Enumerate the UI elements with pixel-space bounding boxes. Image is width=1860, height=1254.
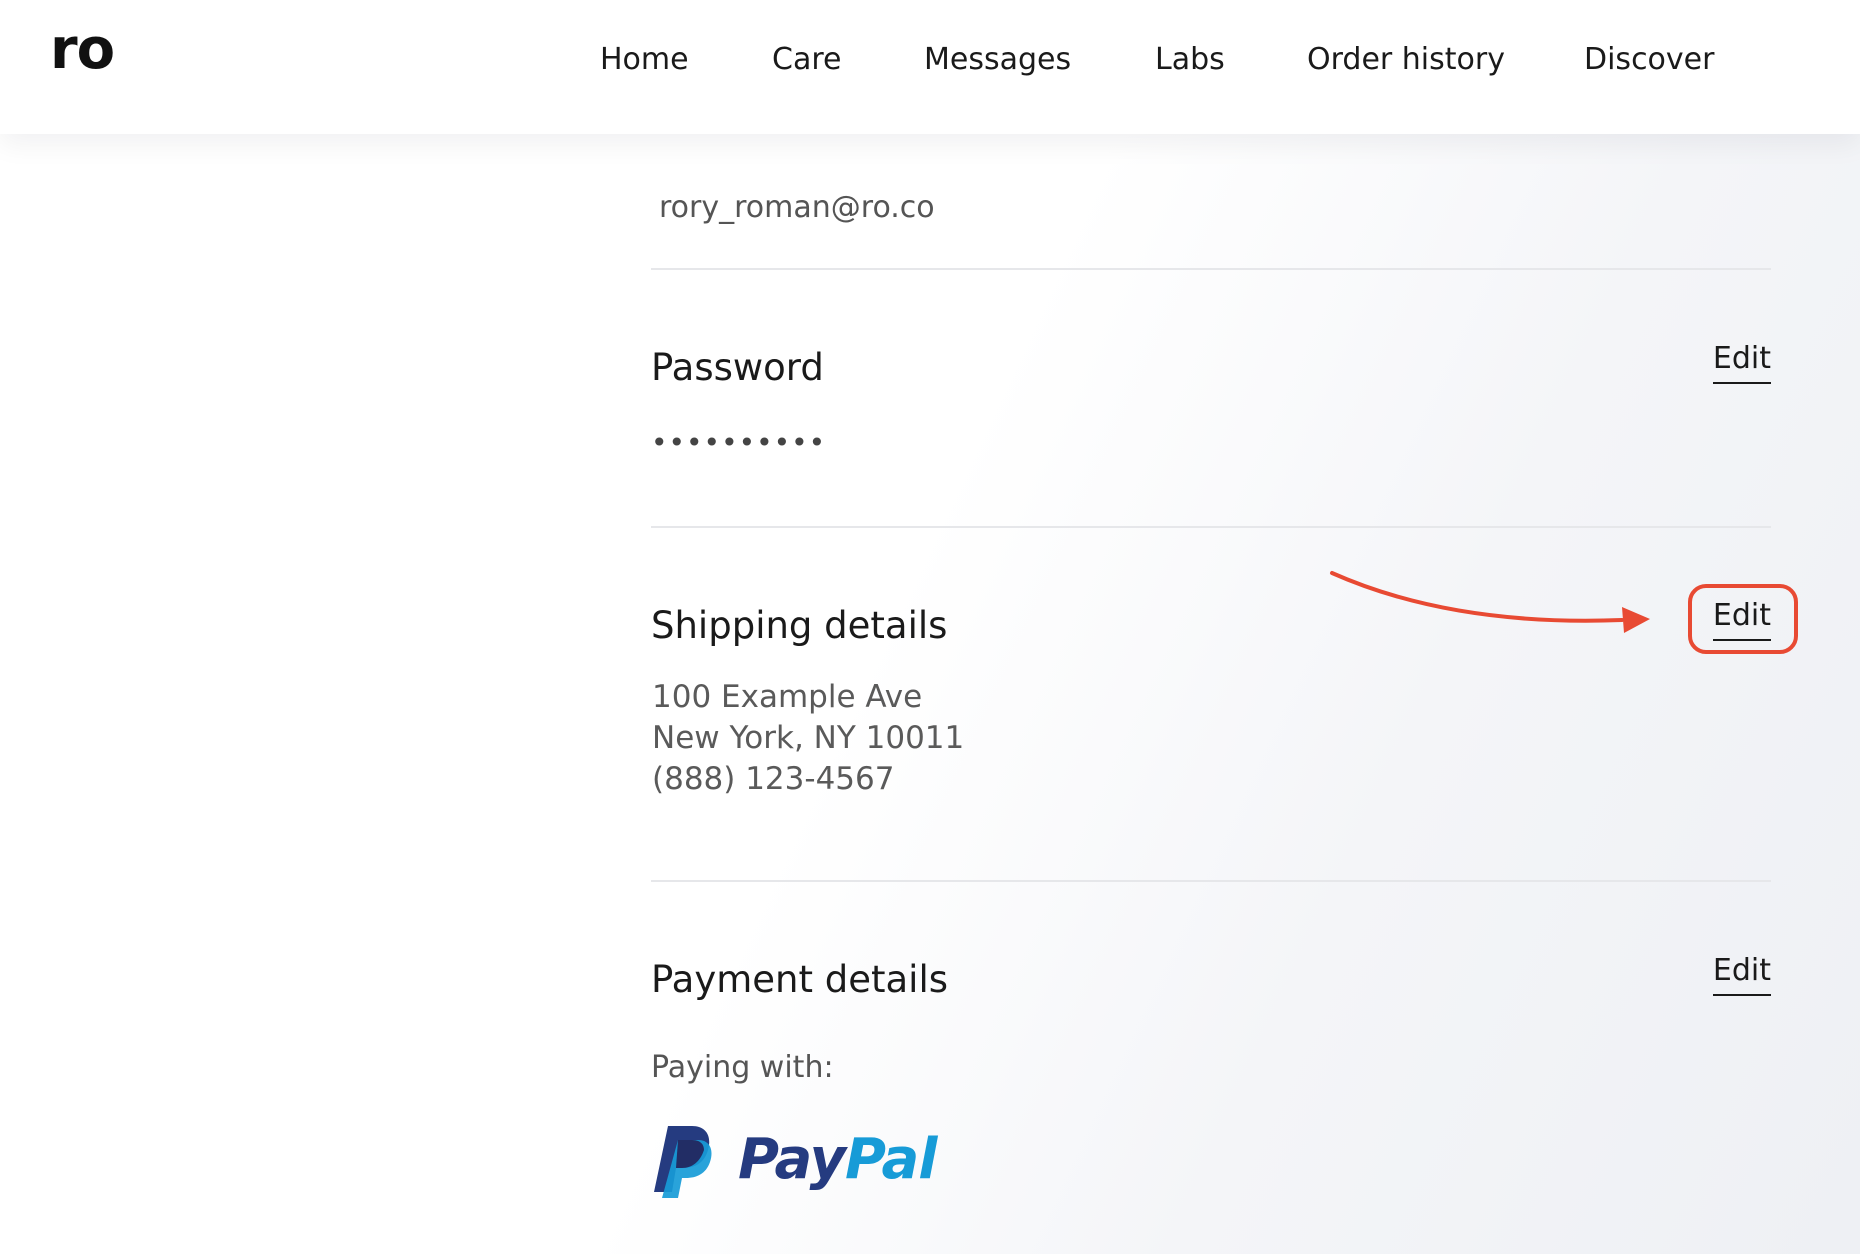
section-divider xyxy=(651,268,1771,270)
payment-edit-button[interactable]: Edit xyxy=(1712,952,1771,996)
nav-home[interactable]: Home xyxy=(600,40,689,80)
paying-with-label: Paying with: xyxy=(651,1050,834,1085)
section-divider xyxy=(651,880,1771,882)
nav-messages[interactable]: Messages xyxy=(924,40,1071,80)
shipping-address-line2: New York, NY 10011 xyxy=(652,720,965,756)
ro-logo[interactable]: ro xyxy=(50,22,115,78)
paypal-p-icon xyxy=(654,1126,712,1198)
paypal-wordmark: PayPal xyxy=(738,1127,937,1192)
nav-discover[interactable]: Discover xyxy=(1584,40,1714,80)
payment-title: Payment details xyxy=(651,958,949,1001)
shipping-title: Shipping details xyxy=(651,604,948,647)
shipping-address-line1: 100 Example Ave xyxy=(652,679,923,715)
paypal-logo: PayPal xyxy=(650,1122,970,1198)
email-value: rory_roman@ro.co xyxy=(659,190,935,225)
top-navigation-bar: ro Home Care Messages Labs Order history… xyxy=(0,0,1860,134)
nav-labs[interactable]: Labs xyxy=(1155,40,1225,80)
shipping-phone: (888) 123-4567 xyxy=(652,761,895,797)
shipping-edit-button[interactable]: Edit xyxy=(1712,597,1771,641)
password-masked-value: •••••••••• xyxy=(651,426,827,459)
password-title: Password xyxy=(651,346,824,389)
nav-order-history[interactable]: Order history xyxy=(1307,40,1505,80)
nav-care[interactable]: Care xyxy=(772,40,841,80)
section-divider xyxy=(651,526,1771,528)
password-edit-button[interactable]: Edit xyxy=(1712,340,1771,384)
account-settings: rory_roman@ro.co Password Edit •••••••••… xyxy=(0,0,1860,1254)
